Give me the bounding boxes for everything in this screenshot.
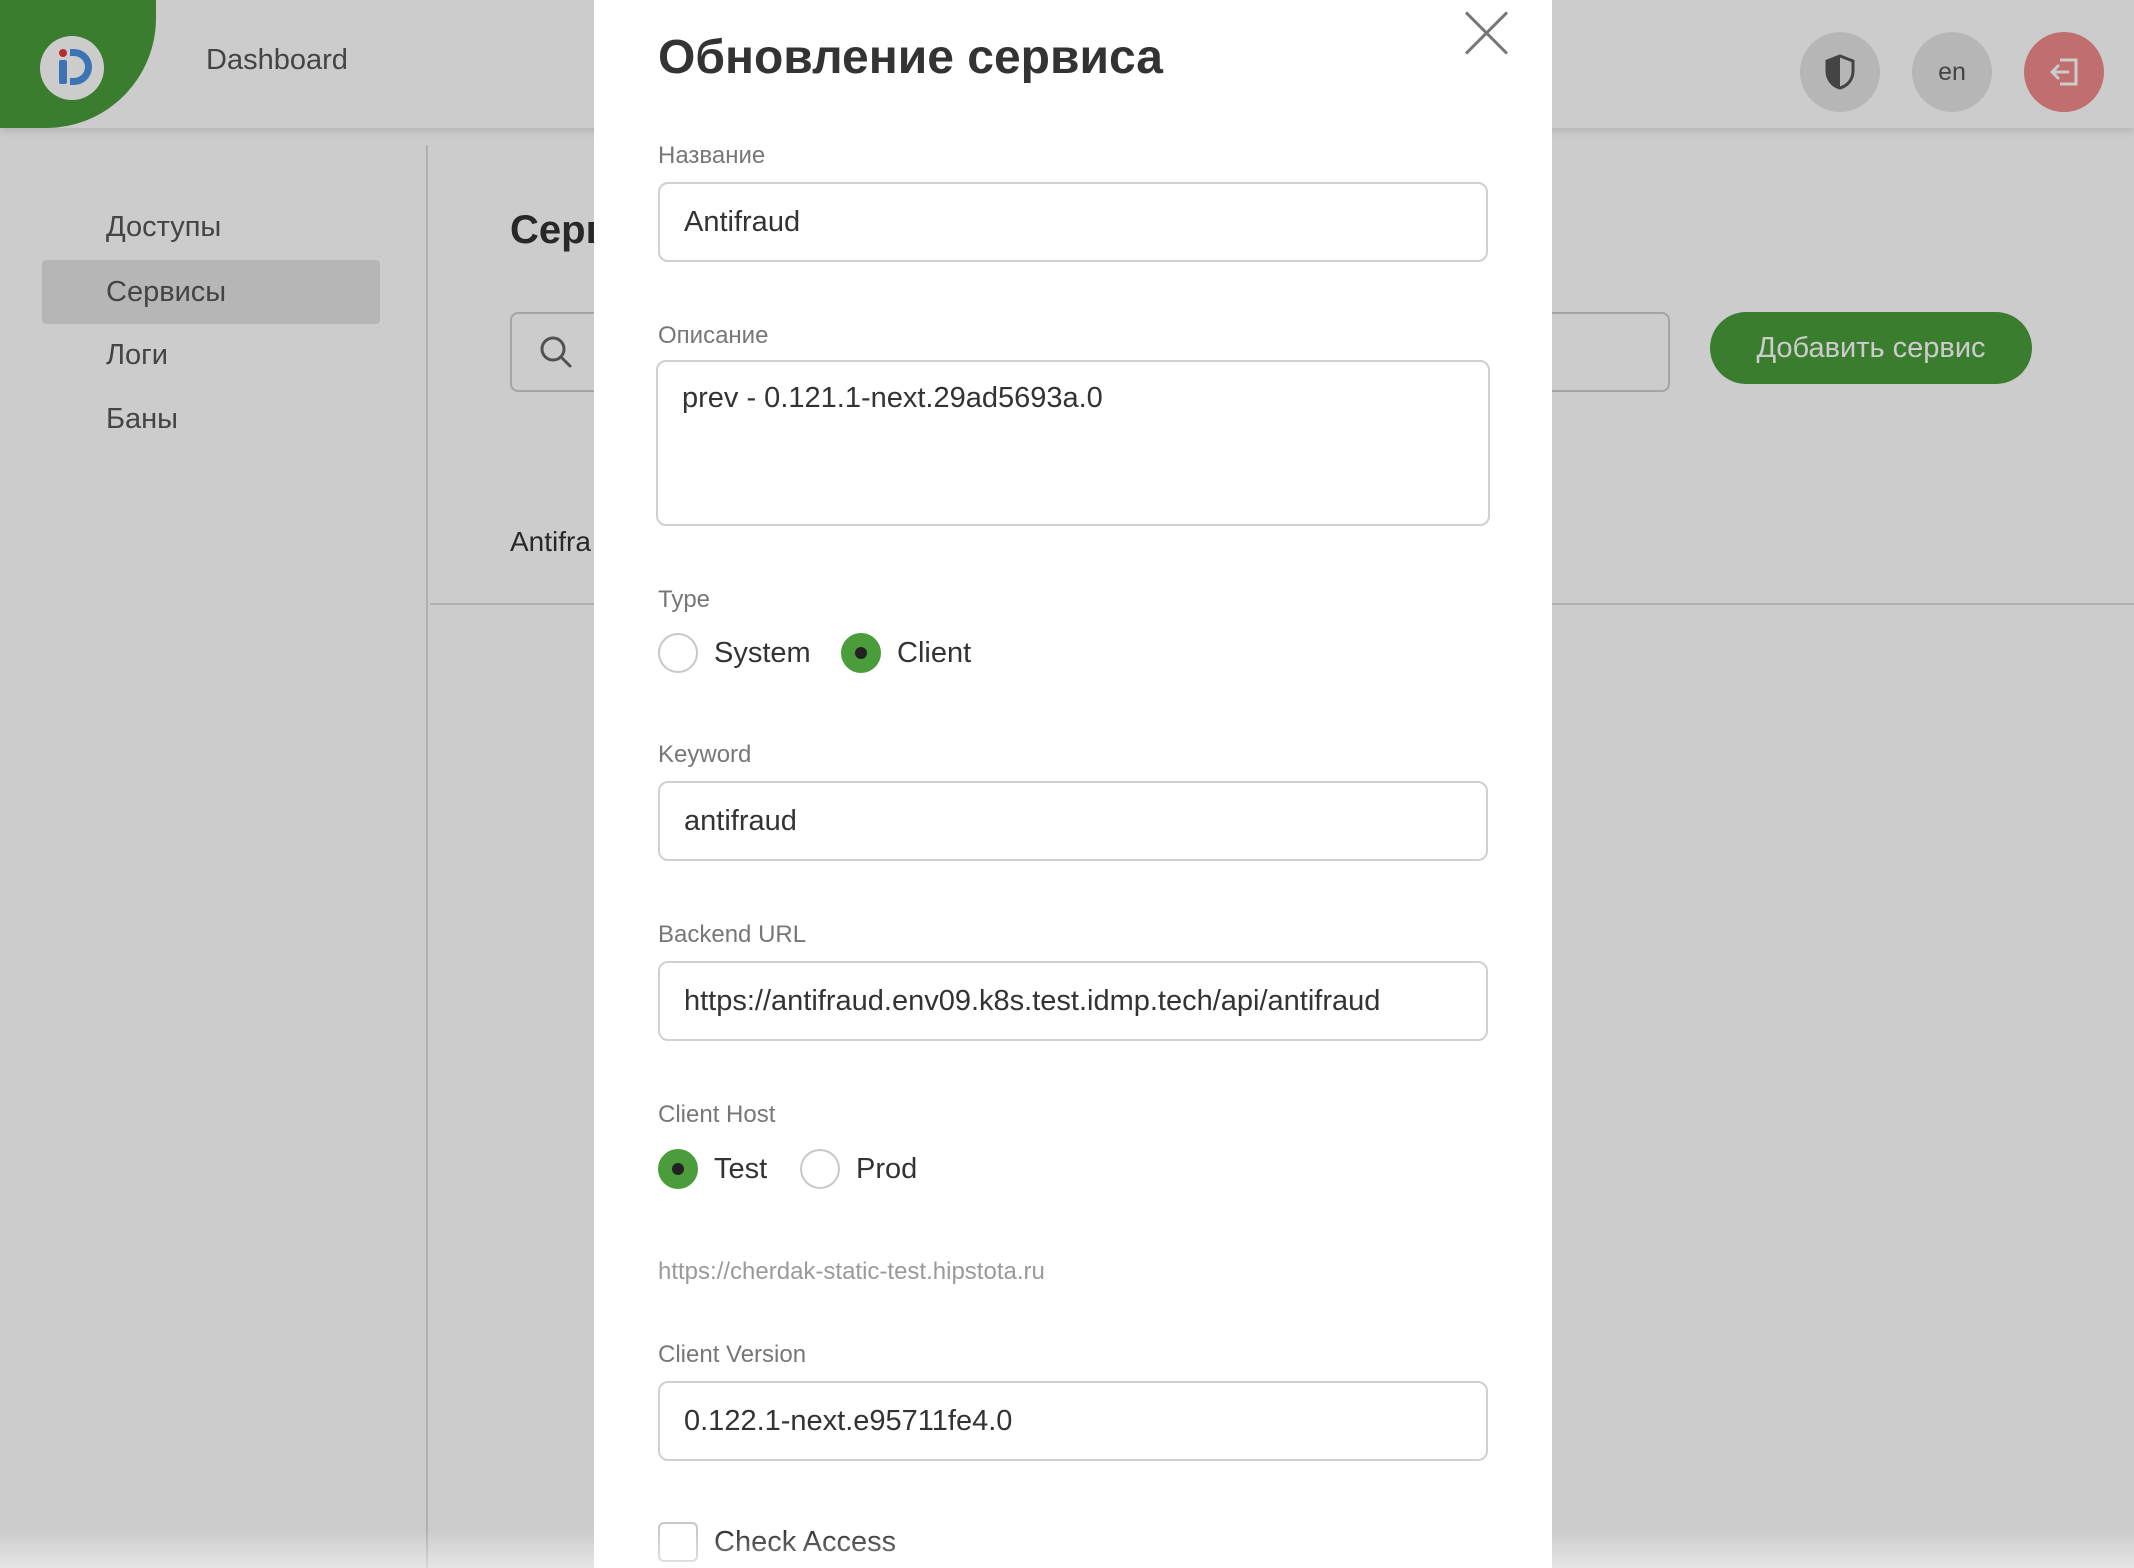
radio-label: Prod (856, 1152, 918, 1185)
type-radio-client[interactable]: Client (841, 633, 971, 673)
close-icon[interactable] (1464, 10, 1510, 56)
client-host-url-hint: https://cherdak-static-test.hipstota.ru (658, 1258, 1045, 1285)
client-host-label: Client Host (658, 1101, 776, 1128)
radio-circle[interactable] (841, 633, 881, 673)
update-service-modal: Обновление сервиса Название Antifraud Оп… (594, 0, 1552, 1568)
client-host-radio-prod[interactable]: Prod (800, 1149, 917, 1189)
description-label: Описание (658, 322, 769, 349)
radio-circle[interactable] (658, 1149, 698, 1189)
radio-circle[interactable] (800, 1149, 840, 1189)
description-field[interactable]: prev - 0.121.1-next.29ad5693a.0 (656, 360, 1490, 526)
type-label: Type (658, 586, 711, 613)
modal-title: Обновление сервиса (658, 31, 1163, 84)
client-version-label: Client Version (658, 1341, 807, 1368)
name-label: Название (658, 142, 766, 169)
radio-label: System (714, 636, 811, 669)
name-field[interactable]: Antifraud (658, 182, 1488, 262)
keyword-label: Keyword (658, 741, 752, 768)
client-host-radio-test[interactable]: Test (658, 1149, 767, 1189)
check-access-checkbox[interactable]: Check Access (658, 1522, 896, 1562)
keyword-field[interactable]: antifraud (658, 781, 1488, 861)
radio-circle[interactable] (658, 633, 698, 673)
backend-url-label: Backend URL (658, 921, 807, 948)
radio-label: Test (714, 1152, 768, 1185)
checkbox-box[interactable] (658, 1522, 698, 1562)
backend-url-field[interactable]: https://antifraud.env09.k8s.test.idmp.te… (658, 961, 1488, 1041)
type-radio-system[interactable]: System (658, 633, 811, 673)
client-version-field[interactable]: 0.122.1-next.e95711fe4.0 (658, 1381, 1488, 1461)
radio-label: Client (897, 636, 972, 669)
checkbox-label: Check Access (714, 1525, 897, 1558)
